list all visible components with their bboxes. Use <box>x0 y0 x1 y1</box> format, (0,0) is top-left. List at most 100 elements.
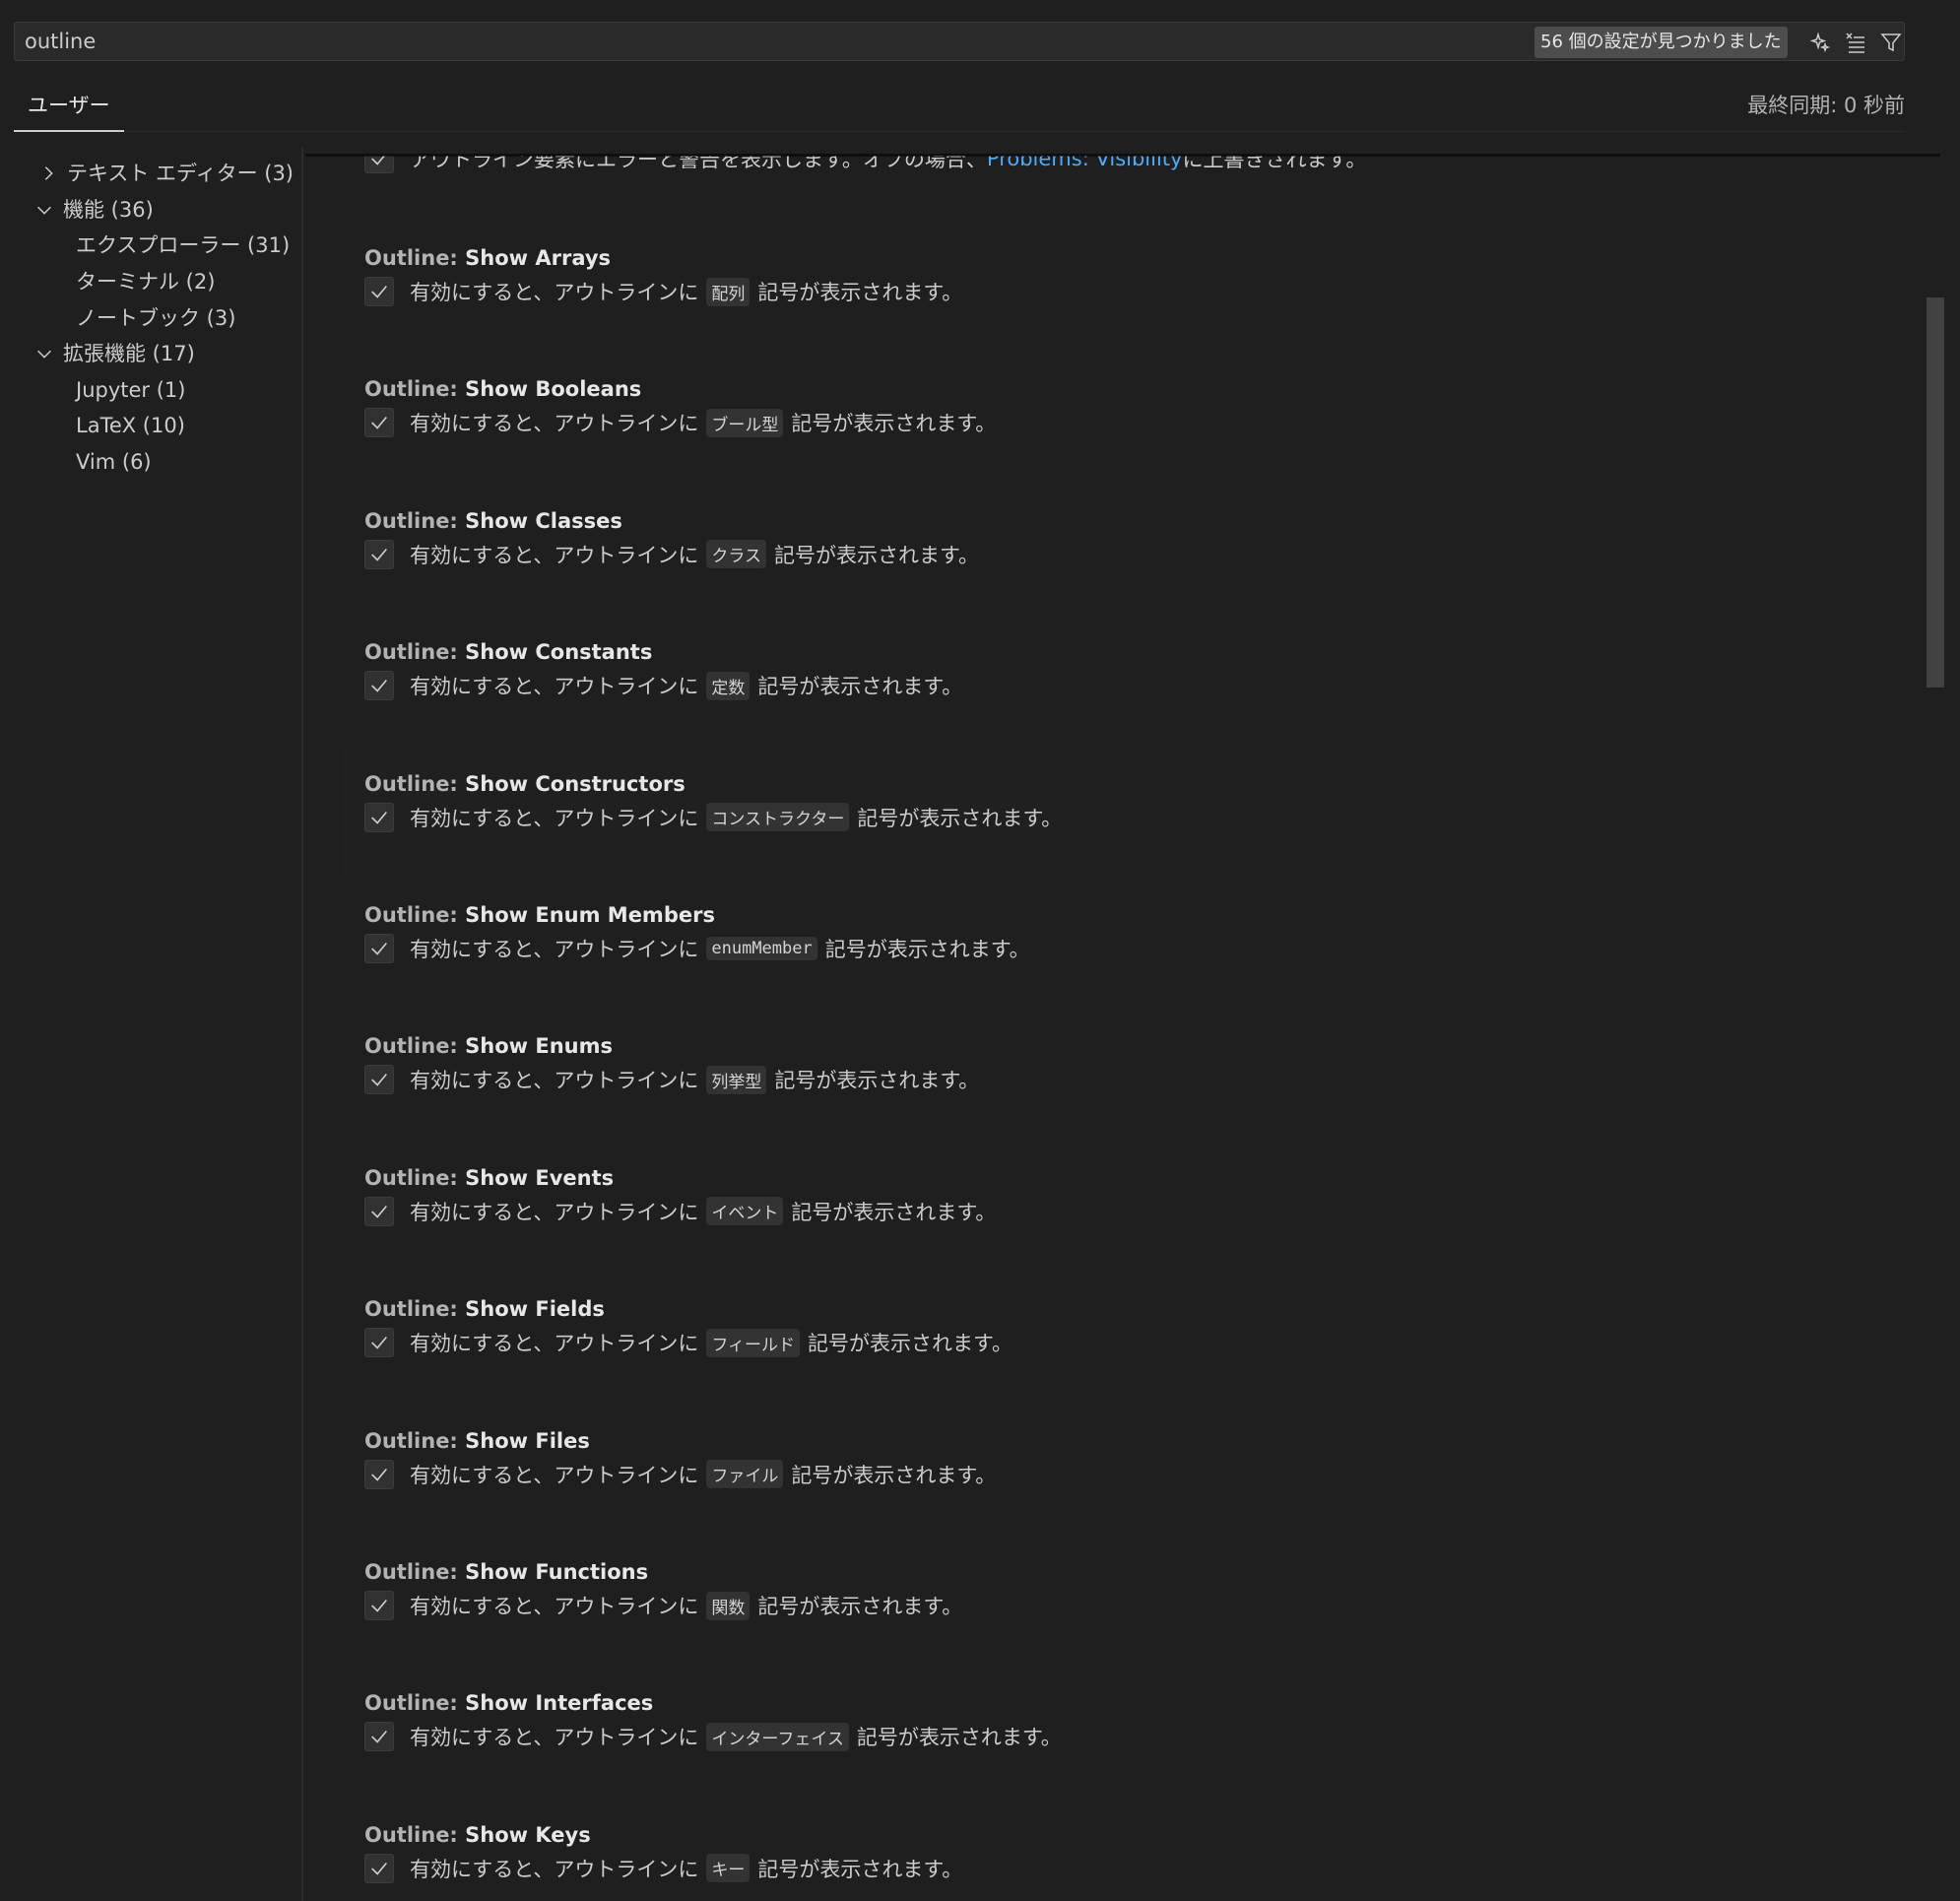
clear-filter-icon[interactable] <box>1841 28 1870 57</box>
desc-prefix: 有効にすると、アウトラインに <box>410 543 699 567</box>
symbol-code: enumMember <box>706 937 817 960</box>
setting-item: Outline: Show Enum Members 有効にすると、アウトラインに… <box>343 880 1899 1011</box>
check-icon <box>371 811 387 824</box>
setting-checkbox[interactable] <box>364 802 394 832</box>
filter-icon[interactable] <box>1876 28 1906 57</box>
toc-item-jupyter[interactable]: Jupyter (1) <box>76 372 185 408</box>
setting-title: Outline: Show Interfaces <box>364 1691 653 1715</box>
toc-item-extensions[interactable]: 拡張機能 (17) <box>33 336 195 371</box>
setting-title: Outline: Show Functions <box>364 1560 648 1584</box>
setting-name: Show Enums <box>465 1034 613 1059</box>
check-icon <box>371 1599 387 1612</box>
toc-item-vim[interactable]: Vim (6) <box>76 444 152 480</box>
check-icon <box>371 548 387 561</box>
setting-name: Show Arrays <box>465 246 612 270</box>
scope-tabs: ユーザー 最終同期: 0 秒前 <box>14 83 1905 132</box>
symbol-code: 列挙型 <box>706 1065 767 1094</box>
setting-value-row: 有効にすると、アウトラインに インターフェイス 記号が表示されます。 <box>364 1721 1062 1752</box>
setting-value-row: 有効にすると、アウトラインに フィールド 記号が表示されます。 <box>364 1327 1013 1358</box>
setting-title: Outline: Show Fields <box>364 1297 605 1321</box>
setting-checkbox[interactable] <box>364 156 394 173</box>
desc-suffix: 記号が表示されます。 <box>757 1857 963 1881</box>
setting-checkbox[interactable] <box>364 1459 394 1489</box>
setting-value-row: 有効にすると、アウトラインに enumMember 記号が表示されます。 <box>364 933 1030 964</box>
setting-checkbox[interactable] <box>364 277 394 306</box>
problems-visibility-link[interactable]: Problems: Visibility <box>987 156 1183 170</box>
toc-item-terminal[interactable]: ターミナル (2) <box>76 264 215 299</box>
desc-prefix: 有効にすると、アウトラインに <box>410 938 699 961</box>
setting-description: 有効にすると、アウトラインに コンストラクター 記号が表示されます。 <box>410 803 1062 832</box>
chevron-down-icon <box>33 343 55 364</box>
setting-title: Outline: Show Classes <box>364 509 622 533</box>
setting-checkbox[interactable] <box>364 539 394 569</box>
sync-status: 最終同期: 0 秒前 <box>1747 94 1905 117</box>
search-input[interactable] <box>15 23 1532 60</box>
setting-description-tail: に上書きされます。 <box>1182 156 1367 171</box>
setting-value-row: 有効にすると、アウトラインに 列挙型 記号が表示されます。 <box>364 1064 979 1095</box>
symbol-code: 定数 <box>706 671 751 700</box>
setting-checkbox[interactable] <box>364 1722 394 1752</box>
check-icon <box>371 1205 387 1218</box>
check-icon <box>371 1731 387 1744</box>
setting-value-row: 有効にすると、アウトラインに キー 記号が表示されます。 <box>364 1853 962 1884</box>
setting-checkbox[interactable] <box>364 671 394 701</box>
toc-item-label: エクスプローラー (31) <box>76 233 291 257</box>
setting-name: Show Constants <box>465 640 653 665</box>
desc-suffix: 記号が表示されます。 <box>856 1726 1062 1750</box>
setting-item: Outline: Show Constants 有効にすると、アウトラインに 定数記… <box>343 617 1899 748</box>
setting-name: Show Constructors <box>465 771 686 796</box>
search-bar: 56 個の設定が見つかりました <box>14 22 1905 61</box>
toc-item-label: LaTeX (10) <box>76 414 185 437</box>
desc-prefix: 有効にすると、アウトラインに <box>410 1200 699 1224</box>
sidebar-divider <box>301 148 303 1901</box>
toc-item-explorer[interactable]: エクスプローラー (31) <box>76 228 290 263</box>
desc-suffix: 記号が表示されます。 <box>757 1595 963 1618</box>
setting-value-row: 有効にすると、アウトラインに クラス 記号が表示されます。 <box>364 539 979 570</box>
setting-description: 有効にすると、アウトラインに 配列 記号が表示されます。 <box>410 277 962 306</box>
setting-item: Outline: Show Fields 有効にすると、アウトラインに フィールド記… <box>343 1274 1899 1405</box>
setting-description: 有効にすると、アウトラインに 列挙型 記号が表示されます。 <box>410 1065 979 1094</box>
setting-checkbox[interactable] <box>364 1196 394 1226</box>
desc-suffix: 記号が表示されます。 <box>824 938 1030 961</box>
setting-category: Outline: <box>364 1297 466 1322</box>
setting-checkbox[interactable] <box>364 1065 394 1095</box>
chevron-right-icon <box>37 163 59 184</box>
desc-suffix: 記号が表示されます。 <box>791 1200 997 1224</box>
toc-item-features[interactable]: 機能 (36) <box>33 192 154 228</box>
setting-item: Outline: Show Files 有効にすると、アウトラインに ファイル 記号が… <box>343 1406 1899 1537</box>
setting-description: 有効にすると、アウトラインに 定数 記号が表示されます。 <box>410 671 962 700</box>
setting-title: Outline: Show Constants <box>364 640 652 664</box>
desc-prefix: 有効にすると、アウトラインに <box>410 1463 699 1487</box>
setting-checkbox[interactable] <box>364 934 394 963</box>
setting-item: Outline: Show Arrays 有効にすると、アウトラインに 配列 記号が表… <box>343 223 1899 354</box>
toc-item-text-editor[interactable]: テキスト エディター (3) <box>37 156 294 191</box>
setting-title: Outline: Show Arrays <box>364 246 611 270</box>
setting-checkbox[interactable] <box>364 408 394 438</box>
settings-toc: テキスト エディター (3) 機能 (36) エクスプローラー (31) ターミ… <box>0 148 301 1901</box>
toc-item-notebook[interactable]: ノートブック (3) <box>76 300 235 336</box>
setting-value-row: 有効にすると、アウトラインに 定数 記号が表示されます。 <box>364 670 962 701</box>
check-icon <box>371 1468 387 1481</box>
setting-item: Outline: Show Events 有効にすると、アウトラインに イベント 記号… <box>343 1143 1899 1274</box>
setting-category: Outline: <box>364 508 466 533</box>
setting-category: Outline: <box>364 246 466 270</box>
setting-checkbox[interactable] <box>364 1328 394 1358</box>
desc-prefix: 有効にすると、アウトラインに <box>410 806 699 830</box>
setting-item: Outline: Show Enums 有効にすると、アウトラインに 列挙型 記号が表… <box>343 1011 1899 1142</box>
desc-prefix: 有効にすると、アウトラインに <box>410 281 699 304</box>
scrollbar-thumb[interactable] <box>1927 297 1944 688</box>
symbol-code: 関数 <box>706 1591 751 1620</box>
setting-category: Outline: <box>364 1428 466 1453</box>
setting-category: Outline: <box>364 903 466 927</box>
setting-title: Outline: Show Events <box>364 1166 614 1190</box>
setting-category: Outline: <box>364 1034 466 1059</box>
toc-item-latex[interactable]: LaTeX (10) <box>76 408 185 443</box>
symbol-code: コンストラクター <box>706 803 850 832</box>
setting-value-row: 有効にすると、アウトラインに ブール型 記号が表示されます。 <box>364 407 996 438</box>
tab-user[interactable]: ユーザー <box>14 83 124 132</box>
setting-checkbox[interactable] <box>364 1853 394 1883</box>
settings-list: アウトライン要素にエラーと警告を表示します。オフの場合、 Problems: V… <box>305 156 1911 1901</box>
setting-title: Outline: Show Files <box>364 1429 590 1453</box>
setting-checkbox[interactable] <box>364 1591 394 1620</box>
sparkle-icon[interactable] <box>1805 28 1835 57</box>
